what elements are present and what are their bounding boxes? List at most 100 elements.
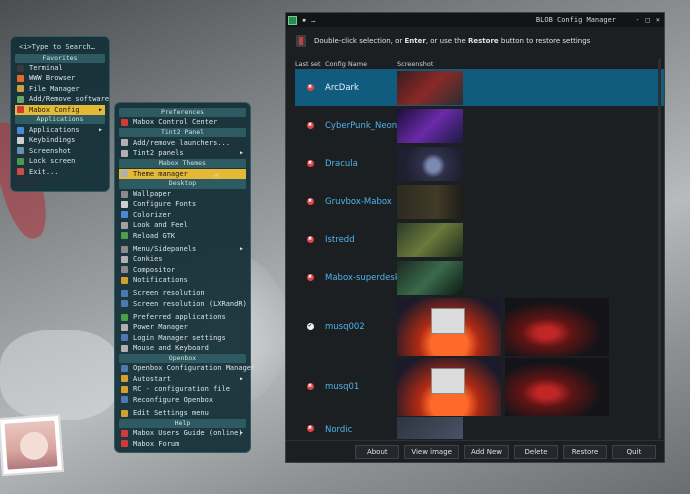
- table-row-dracula[interactable]: ✖ Dracula: [295, 145, 664, 183]
- menu-item-exit[interactable]: Exit...: [15, 167, 105, 177]
- menu-item-keybindings[interactable]: Keybindings: [15, 135, 105, 145]
- menu-item-mabox-forum[interactable]: Mabox Forum: [119, 439, 246, 449]
- table-row-cyberpunk[interactable]: ✖ CyberPunk_Neon: [295, 107, 664, 145]
- menu-item-compositor[interactable]: Compositor: [119, 265, 246, 275]
- restore-button[interactable]: Restore: [563, 444, 607, 459]
- menu-item-label: Reload GTK: [133, 231, 176, 240]
- menu-item-preferred-applications[interactable]: Preferred applications: [119, 312, 246, 322]
- menu-item-applications[interactable]: Applications ▶: [15, 125, 105, 135]
- menu-item-colorizer[interactable]: Colorizer: [119, 210, 246, 220]
- menu-item-power-manager[interactable]: Power Manager: [119, 322, 246, 332]
- menu-item-label: Theme manager: [133, 169, 188, 178]
- menu-item-wallpaper[interactable]: Wallpaper: [119, 189, 246, 199]
- table-row-istredd[interactable]: ✖ Istredd: [295, 221, 664, 259]
- compositor-icon: [121, 266, 128, 274]
- menu-item-edit-settings-menu[interactable]: Edit Settings menu: [119, 408, 246, 418]
- submenu-arrow-icon: ▶: [98, 106, 102, 113]
- menu-item-label: WWW Browser: [29, 74, 76, 83]
- app-icon[interactable]: [288, 15, 297, 25]
- menu-item-mouse-and-keyboard[interactable]: Mouse and Keyboard: [119, 343, 246, 353]
- menu-item-www-browser[interactable]: WWW Browser: [15, 73, 105, 83]
- keyboard-icon: [17, 137, 24, 145]
- mouse-icon: [121, 344, 128, 352]
- menu-item-look-and-feel[interactable]: Look and Feel: [119, 220, 246, 230]
- status-not-set-icon: ✖: [306, 383, 314, 390]
- config-table: Last set Config Name Screenshot ✖ ArcDar…: [295, 59, 664, 439]
- menu-item-notifications[interactable]: Notifications: [119, 275, 246, 285]
- exit-icon: [17, 168, 24, 176]
- menu-item-lock-screen[interactable]: Lock screen: [15, 156, 105, 166]
- menu-item-terminal[interactable]: Terminal: [15, 63, 105, 73]
- avatar-face: [19, 430, 50, 461]
- preferred-apps-icon: [121, 313, 128, 321]
- table-row-gruvbox[interactable]: ✖ Gruvbox-Mabox: [295, 183, 664, 221]
- folder-icon: [17, 85, 24, 93]
- menu-item-autostart[interactable]: Autostart ▶: [119, 374, 246, 384]
- table-scrollbar[interactable]: [658, 59, 661, 439]
- minimize-button[interactable]: -: [635, 16, 639, 24]
- submenu-arrow-icon: ▶: [239, 245, 243, 252]
- table-row-arcdark[interactable]: ✖ ArcDark: [295, 69, 664, 107]
- menu-item-label: Mabox Forum: [133, 439, 180, 448]
- menu-item-label: Login Manager settings: [133, 333, 226, 342]
- table-row-nordic[interactable]: ✖ Nordic: [295, 417, 664, 439]
- menu-item-file-manager[interactable]: File Manager: [15, 84, 105, 94]
- column-last-set[interactable]: Last set: [295, 60, 325, 68]
- menu-item-add-remove-software[interactable]: Add/Remove software: [15, 94, 109, 104]
- column-screenshot[interactable]: Screenshot: [397, 60, 664, 68]
- table-row-musq01[interactable]: ✖ musq01: [295, 357, 664, 417]
- menu-item-mabox-control-center[interactable]: Mabox Control Center: [119, 117, 246, 127]
- config-name: CyberPunk_Neon: [325, 120, 397, 131]
- main-menu: <i>Type to Search… Favorites Terminal WWW…: [10, 36, 110, 192]
- menu-item-rc-configuration-file[interactable]: RC - configuration file: [119, 384, 246, 394]
- menu-item-label: Menu/Sidepanels: [133, 244, 197, 253]
- view-image-button[interactable]: View image: [404, 444, 459, 459]
- tie-icon: [296, 35, 306, 47]
- menu-item-screen-resolution-lxrandr[interactable]: Screen resolution (LXRandR): [119, 299, 247, 309]
- column-config-name[interactable]: Config Name: [325, 60, 397, 68]
- config-manager-window: ▪ … BLOB Config Manager - □ × Double-cli…: [285, 12, 665, 463]
- apps-icon: [17, 126, 24, 134]
- menu-search-input[interactable]: <i>Type to Search…: [15, 41, 105, 53]
- table-row-musq002[interactable]: ✔ musq002: [295, 297, 664, 357]
- about-button[interactable]: About: [355, 444, 400, 459]
- delete-button[interactable]: Delete: [514, 444, 558, 459]
- menu-item-reload-gtk[interactable]: Reload GTK: [119, 231, 246, 241]
- menu-item-tint2-panels[interactable]: Tint2 panels ▶: [119, 148, 246, 158]
- menu-item-label: Configure Fonts: [133, 200, 197, 209]
- menu-item-mabox-config[interactable]: Mabox Config ▶: [15, 104, 105, 115]
- window-pin-icon[interactable]: …: [311, 16, 315, 24]
- menu-item-theme-manager[interactable]: Theme manager: [119, 168, 246, 179]
- menu-item-menu-sidepanels[interactable]: Menu/Sidepanels ▶: [119, 244, 246, 254]
- menu-icon: [121, 245, 128, 253]
- config-name: Mabox-superdesk: [325, 272, 397, 283]
- close-button[interactable]: ×: [656, 16, 660, 24]
- submenu-section-themes: Mabox Themes: [119, 158, 246, 169]
- menu-item-label: Compositor: [133, 265, 176, 274]
- submenu-arrow-icon: ▶: [239, 375, 243, 382]
- menu-item-label: Add/Remove software: [29, 95, 110, 104]
- menu-item-label: Mabox Control Center: [133, 118, 218, 127]
- menu-item-login-manager-settings[interactable]: Login Manager settings: [119, 333, 246, 343]
- status-last-set-icon: ✔: [306, 323, 314, 330]
- menu-item-screen-resolution[interactable]: Screen resolution: [119, 288, 246, 298]
- theme-icon: [121, 170, 128, 178]
- maximize-button[interactable]: □: [646, 16, 650, 24]
- config-name: musq002: [325, 321, 365, 332]
- menu-item-reconfigure-openbox[interactable]: Reconfigure Openbox: [119, 395, 246, 405]
- lock-icon: [17, 157, 24, 165]
- config-name: musq01: [325, 381, 360, 392]
- menu-item-label: Mabox Users Guide (online): [133, 429, 243, 438]
- menu-item-configure-fonts[interactable]: Configure Fonts: [119, 199, 246, 209]
- quit-button[interactable]: Quit: [612, 444, 656, 459]
- menu-item-screenshot[interactable]: Screenshot: [15, 146, 105, 156]
- window-titlebar[interactable]: ▪ … BLOB Config Manager - □ ×: [286, 13, 664, 27]
- window-menu-icon[interactable]: ▪: [302, 16, 306, 24]
- add-new-button[interactable]: Add New: [463, 444, 509, 459]
- menu-item-add-remove-launchers[interactable]: Add/remove launchers...: [119, 138, 246, 148]
- menu-item-mabox-users-guide-online[interactable]: Mabox Users Guide (online) ▶: [119, 428, 246, 438]
- table-row-mabox-superdesk[interactable]: ✖ Mabox-superdesk: [295, 259, 664, 297]
- menu-item-conkies[interactable]: Conkies: [119, 254, 246, 264]
- screenshot-thumbnail: [397, 260, 463, 295]
- menu-item-openbox-configuration-manager[interactable]: Openbox Configuration Manager: [119, 363, 255, 373]
